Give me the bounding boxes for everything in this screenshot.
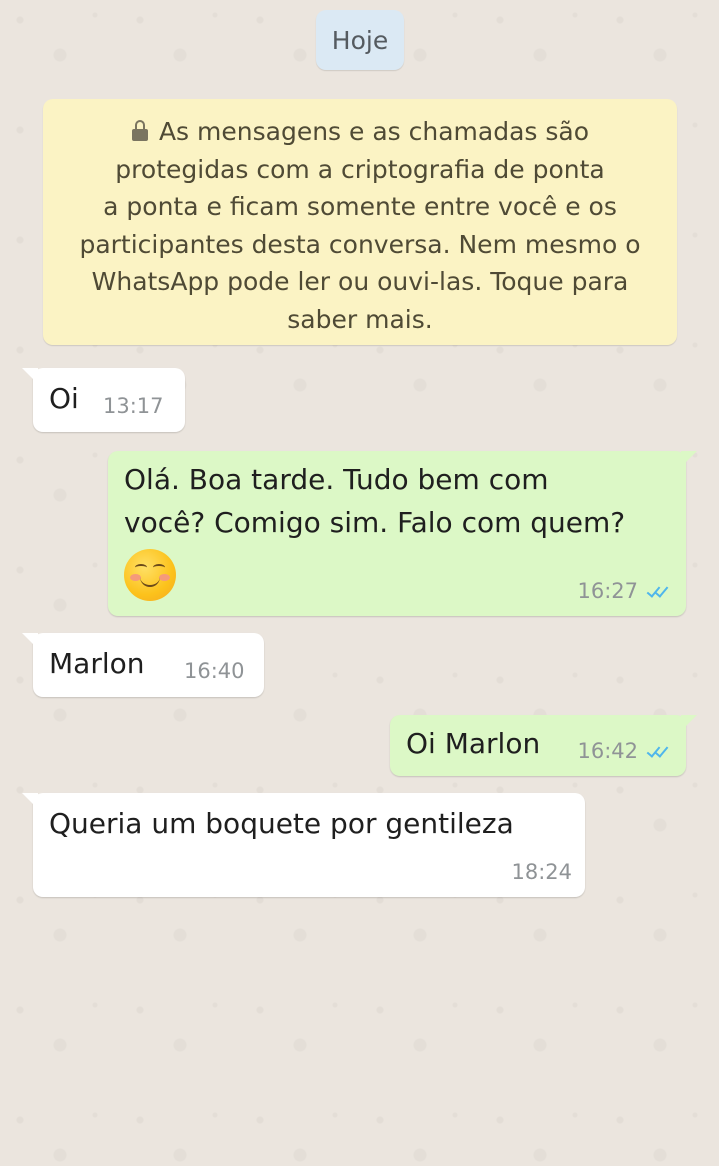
message-meta: 16:27 — [577, 579, 672, 603]
message-time: 13:17 — [103, 394, 164, 418]
read-ticks-icon — [646, 743, 672, 759]
message-time: 16:27 — [577, 579, 638, 603]
message-time: 16:42 — [577, 739, 638, 763]
incoming-message-bubble[interactable]: Queria um boquete por gentileza 18:24 — [22, 793, 585, 897]
message-text: Oi Marlon — [406, 727, 541, 760]
message-text: você? Comigo sim. Falo com quem? — [124, 506, 626, 539]
notice-line: WhatsApp pode ler ou ouvi-las. Toque par… — [91, 267, 629, 296]
smiling-face-emoji — [124, 549, 176, 601]
notice-line: participantes desta conversa. Nem mesmo … — [79, 229, 641, 259]
incoming-message-bubble[interactable]: Marlon 16:40 — [22, 633, 264, 697]
conversation-area[interactable]: Hoje As mensagens e as chamadas são prot… — [0, 0, 719, 1166]
notice-line: protegidas com a criptografia de ponta — [115, 154, 605, 184]
outgoing-message-bubble[interactable]: Oi Marlon 16:42 — [390, 715, 697, 776]
message-text: Queria um boquete por gentileza — [49, 807, 514, 840]
notice-line: saber mais. — [287, 304, 433, 334]
date-separator: Hoje — [316, 10, 404, 70]
outgoing-message-bubble[interactable]: Olá. Boa tarde. Tudo bem com você? Comig… — [108, 451, 697, 616]
message-time: 18:24 — [511, 860, 572, 884]
message-time: 16:40 — [184, 659, 245, 683]
encryption-notice[interactable]: As mensagens e as chamadas são protegida… — [43, 99, 677, 345]
message-meta: 16:42 — [577, 739, 672, 763]
message-text: Oi — [49, 382, 79, 415]
notice-line: As mensagens e as chamadas são — [67, 113, 653, 151]
date-separator-label: Hoje — [331, 25, 389, 55]
lock-icon — [131, 120, 149, 142]
incoming-message-bubble[interactable]: Oi 13:17 — [22, 368, 185, 432]
message-text: Olá. Boa tarde. Tudo bem com — [124, 463, 549, 496]
read-ticks-icon — [646, 583, 672, 599]
message-text: Marlon — [49, 647, 145, 680]
notice-line: a ponta e ficam somente entre você e os — [103, 192, 617, 221]
